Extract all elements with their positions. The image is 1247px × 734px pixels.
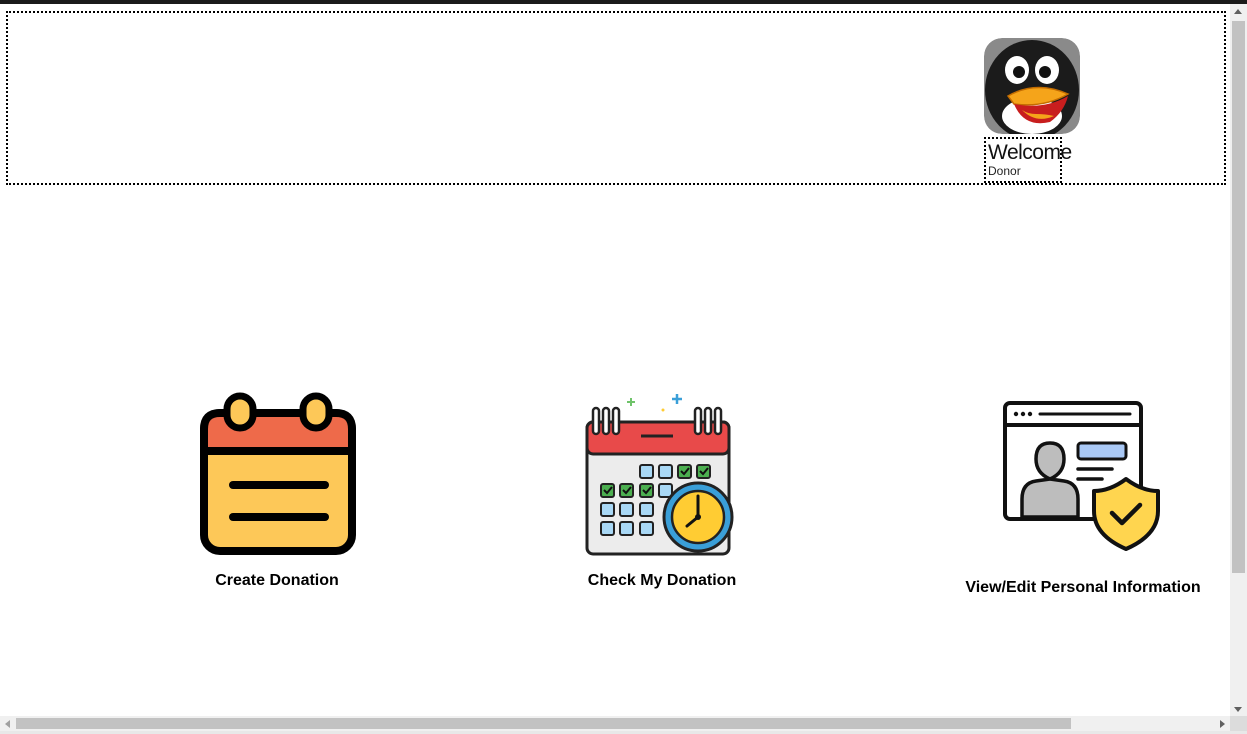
scroll-left-icon[interactable] xyxy=(5,720,10,728)
profile-shield-icon xyxy=(1003,401,1160,551)
welcome-block: Welcome Donor xyxy=(984,137,1072,183)
view-edit-personal-info-button[interactable]: View/Edit Personal Information xyxy=(962,395,1207,605)
view-edit-personal-info-label: View/Edit Personal Information xyxy=(965,579,1201,596)
create-donation-label: Create Donation xyxy=(215,572,339,589)
horizontal-scrollbar[interactable] xyxy=(0,716,1230,731)
scroll-right-icon[interactable] xyxy=(1220,720,1225,728)
window-top-border xyxy=(0,0,1247,4)
check-my-donation-label: Check My Donation xyxy=(587,572,737,589)
vertical-scroll-thumb[interactable] xyxy=(1232,21,1245,573)
scroll-up-icon[interactable] xyxy=(1234,9,1242,14)
vertical-scrollbar[interactable] xyxy=(1230,4,1247,717)
calendar-clock-icon xyxy=(585,394,734,556)
scrollbar-corner xyxy=(1230,716,1247,731)
create-donation-button[interactable]: Create Donation xyxy=(190,388,370,598)
scroll-down-icon[interactable] xyxy=(1234,707,1242,712)
welcome-text: Welcome xyxy=(988,141,1072,164)
horizontal-scroll-thumb[interactable] xyxy=(16,718,1071,729)
check-my-donation-button[interactable]: Check My Donation xyxy=(575,388,750,598)
role-text: Donor xyxy=(988,164,1021,178)
penguin-avatar-icon[interactable] xyxy=(984,38,1080,134)
notepad-icon xyxy=(200,392,356,555)
